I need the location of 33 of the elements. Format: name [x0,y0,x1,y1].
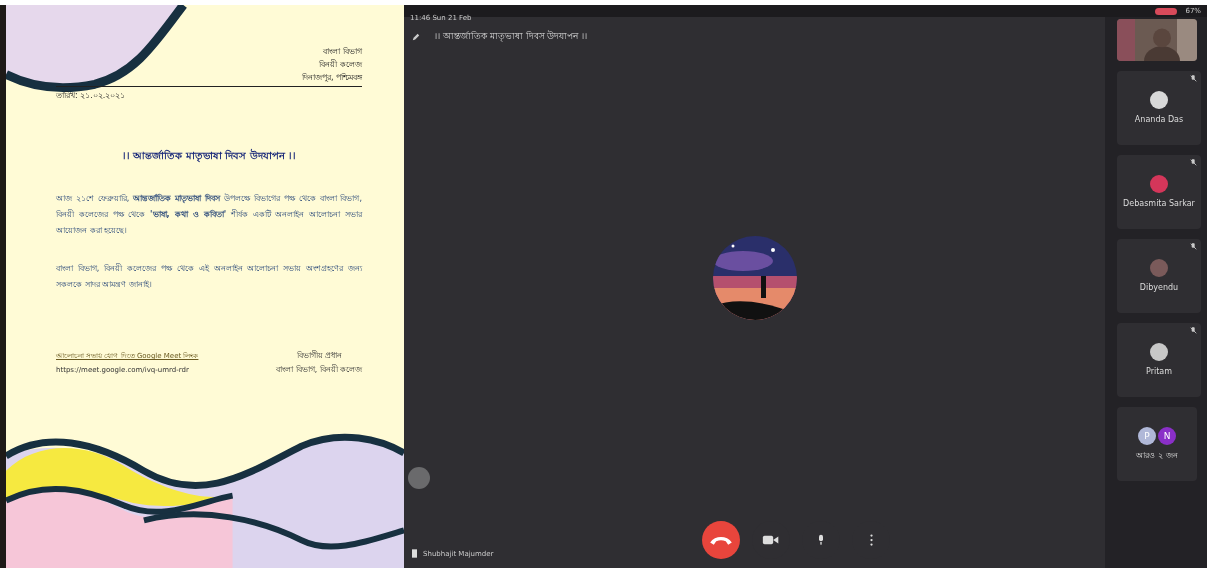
phone-icon [709,534,733,546]
participant-name: Pritam [1146,367,1172,377]
drag-handle[interactable] [408,467,430,489]
more-icon [869,534,873,546]
letter-heading: ।। আন্তর্জাতিক মাতৃভাষা দিবস উদযাপন ।। [121,148,297,164]
address-line: বাংলা বিভাগ [323,46,362,58]
letter-paragraph: বাংলা বিভাগ, বিনয়ী কলেজের পক্ষ থেকে এই অনলাইন আলোচনা সভায় অংশগ্রহণের জন্য সকলকে সাদর আমন্ত্রণ জানাই। [56,262,362,291]
participant-tile[interactable]: P N আরও ২ জন [1117,407,1197,481]
address-line: দিনাজপুর, পশ্চিমবঙ্গ [301,72,362,84]
address-line: বিনয়ী কলেজ [319,58,362,71]
participant-tile[interactable]: Debasmita Sarkar [1117,155,1201,229]
participant-initial: P [1138,427,1156,445]
more-participants: আরও ২ জন [1136,451,1178,461]
participant-name: Debasmita Sarkar [1123,199,1195,209]
participant-tile[interactable]: Ananda Das [1117,71,1201,145]
participant-tile[interactable]: Dibyendu [1117,239,1201,313]
mic-off-icon [1190,75,1197,82]
letter-date: তারিখ: ২১.০২.২০২১ [56,90,127,102]
pencil-icon[interactable] [412,32,420,41]
participant-name: Dibyendu [1139,283,1179,293]
camera-icon [762,534,780,546]
end-call-button[interactable] [702,521,740,559]
recording-indicator [1155,7,1178,15]
mic-off-icon [1190,159,1197,166]
microphone-icon [817,534,825,546]
participant-initial: N [1158,427,1176,445]
participant-name: Ananda Das [1134,115,1184,125]
participant-tile[interactable]: Pritam [1117,323,1201,397]
screen-share-icon [412,549,417,558]
presentation-title: ।। আন্তর্জাতিক মাতৃভাষা দিবস উদযাপন ।। [434,29,588,44]
letter-paragraph: আজ ২১শে ফেব্রুয়ারি, আন্তর্জাতিক মাতৃভাষা দিবস উপলক্ষে বিভাগের পক্ষ থেকে বাংলা বিভাগ, বিনয়ী কলেজের পক্ষ থেকে 'ভাষা, কথা ও কবিতা' শীর্ষক একটি অনলাইন আলোচনা সভার আয়োজন করা হয়েছে। [56,192,362,237]
mic-off-icon [1190,243,1197,250]
mic-off-icon [1190,327,1197,334]
